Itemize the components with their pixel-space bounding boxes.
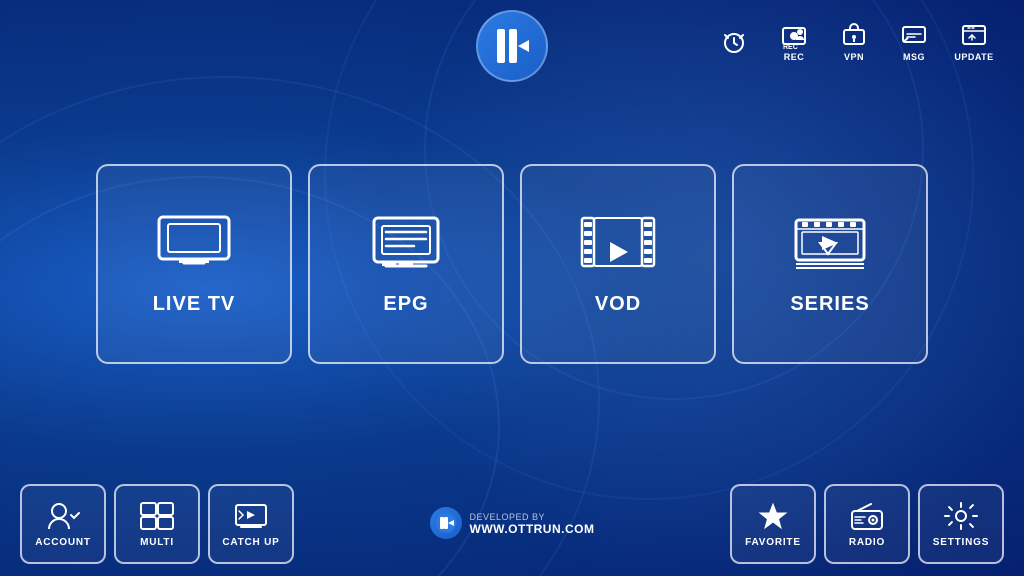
vpn-button[interactable]: VPN	[828, 20, 880, 64]
live-tv-label: LIVE TV	[153, 293, 236, 316]
main-menu-grid: LIVE TV EPG	[56, 164, 968, 364]
developer-url: WWW.OTTRUN.COM	[470, 522, 595, 536]
bottom-right-buttons: FAVORITE RADIO SETTINGS	[730, 484, 1004, 564]
app-logo	[476, 10, 548, 82]
settings-button[interactable]: SETTINGS	[918, 484, 1004, 564]
msg-label: MSG	[903, 52, 925, 62]
tv-icon	[154, 212, 234, 277]
alarm-button[interactable]	[708, 20, 760, 64]
header: REC REC VPN	[0, 0, 1024, 64]
series-icon	[790, 212, 870, 277]
vod-card[interactable]: VOD	[520, 164, 716, 364]
epg-label: EPG	[383, 293, 428, 316]
bottom-bar: ACCOUNT MULTI CATCH UP	[0, 472, 1024, 576]
update-button[interactable]: UPDATE	[948, 20, 1000, 64]
radio-button[interactable]: RADIO	[824, 484, 910, 564]
epg-icon	[366, 212, 446, 277]
vod-icon	[578, 212, 658, 277]
series-label: SERIES	[790, 293, 869, 316]
vpn-label: VPN	[844, 52, 864, 62]
epg-card[interactable]: EPG	[308, 164, 504, 364]
live-tv-card[interactable]: LIVE TV	[96, 164, 292, 364]
favorite-label: FAVORITE	[745, 537, 801, 548]
multi-label: MULTI	[140, 537, 174, 548]
rec-button[interactable]: REC REC	[768, 20, 820, 64]
multi-button[interactable]: MULTI	[114, 484, 200, 564]
bottom-left-buttons: ACCOUNT MULTI CATCH UP	[20, 484, 294, 564]
vod-label: VOD	[595, 293, 641, 316]
radio-label: RADIO	[849, 537, 885, 548]
svg-text:REC: REC	[783, 44, 798, 50]
msg-button[interactable]: MSG	[888, 20, 940, 64]
series-card[interactable]: SERIES	[732, 164, 928, 364]
developer-credit: DEVELOPED BY WWW.OTTRUN.COM	[430, 507, 595, 541]
rec-label: REC	[784, 52, 805, 62]
update-label: UPDATE	[954, 52, 993, 62]
settings-label: SETTINGS	[933, 537, 989, 548]
top-icon-bar: REC REC VPN	[708, 16, 1000, 64]
developer-label: DEVELOPED BY	[470, 512, 595, 522]
account-label: ACCOUNT	[35, 537, 91, 548]
catchup-button[interactable]: CATCH UP	[208, 484, 294, 564]
catchup-label: CATCH UP	[222, 537, 279, 548]
favorite-button[interactable]: FAVORITE	[730, 484, 816, 564]
account-button[interactable]: ACCOUNT	[20, 484, 106, 564]
